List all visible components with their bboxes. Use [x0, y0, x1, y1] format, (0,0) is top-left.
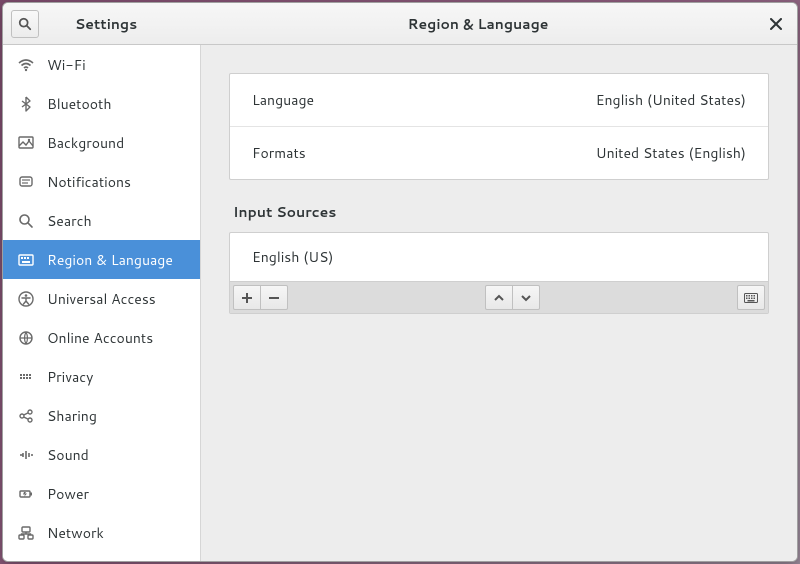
sharing-icon [17, 407, 35, 425]
sidebar-item-label: Region & Language [47, 250, 173, 270]
sidebar-item-label: Background [47, 133, 124, 153]
sidebar-item-bluetooth[interactable]: Bluetooth [3, 84, 200, 123]
language-value: English (United States) [596, 90, 746, 110]
sidebar-item-label: Privacy [47, 367, 93, 387]
search-icon [18, 17, 32, 31]
plus-icon [241, 292, 253, 304]
close-button[interactable] [764, 12, 788, 36]
input-sources-list: English (US) [230, 233, 768, 281]
close-icon [770, 18, 782, 30]
minus-icon [268, 292, 280, 304]
input-sources-title: Input Sources [233, 202, 769, 222]
formats-label: Formats [252, 143, 306, 163]
page-title: Region & Language [201, 14, 755, 34]
move-down-button[interactable] [512, 285, 540, 310]
online-icon [17, 329, 35, 347]
window-body: Wi-Fi Bluetooth Background Notifications Sea… [3, 45, 797, 561]
sidebar-item-online[interactable]: Online Accounts [3, 318, 200, 357]
region-panel: Language English (United States) Formats… [229, 73, 769, 180]
sidebar-item-label: Online Accounts [47, 328, 153, 348]
remove-source-button[interactable] [260, 285, 288, 310]
sidebar-item-label: Bluetooth [47, 94, 111, 114]
add-source-button[interactable] [233, 285, 261, 310]
sidebar-item-network[interactable]: Network [3, 513, 200, 552]
sidebar-item-label: Notifications [47, 172, 131, 192]
power-icon [17, 485, 35, 503]
input-sources-panel: English (US) [229, 232, 769, 314]
chevron-up-icon [493, 292, 505, 304]
titlebar: Settings Region & Language [3, 3, 797, 45]
keyboard-layout-button[interactable] [737, 285, 765, 310]
region-icon [17, 251, 35, 269]
privacy-icon [17, 368, 35, 386]
sidebar-item-sound[interactable]: Sound [3, 435, 200, 474]
chevron-down-icon [520, 292, 532, 304]
network-icon [17, 524, 35, 542]
move-up-button[interactable] [485, 285, 513, 310]
sidebar[interactable]: Wi-Fi Bluetooth Background Notifications Sea… [3, 45, 201, 561]
sidebar-item-region[interactable]: Region & Language [3, 240, 200, 279]
sidebar-item-label: Universal Access [47, 289, 156, 309]
sidebar-item-power[interactable]: Power [3, 474, 200, 513]
sidebar-item-label: Sound [47, 445, 89, 465]
search-button[interactable] [11, 10, 39, 38]
sidebar-title: Settings [39, 14, 201, 34]
sidebar-item-universal[interactable]: Universal Access [3, 279, 200, 318]
sidebar-item-background[interactable]: Background [3, 123, 200, 162]
sidebar-item-sharing[interactable]: Sharing [3, 396, 200, 435]
language-label: Language [252, 90, 314, 110]
sidebar-item-notifications[interactable]: Notifications [3, 162, 200, 201]
formats-row[interactable]: Formats United States (English) [230, 126, 768, 179]
titlebar-left: Settings [3, 10, 201, 38]
sidebar-item-label: Sharing [47, 406, 97, 426]
keyboard-icon [744, 293, 758, 303]
sound-icon [17, 446, 35, 464]
settings-window: Settings Region & Language Wi-Fi Bluetoot… [2, 2, 798, 562]
language-row[interactable]: Language English (United States) [230, 74, 768, 126]
background-icon [17, 134, 35, 152]
sidebar-item-search[interactable]: Search [3, 201, 200, 240]
formats-value: United States (English) [596, 143, 746, 163]
input-sources-toolbar [230, 281, 768, 313]
input-source-row[interactable]: English (US) [230, 233, 768, 281]
search-icon [17, 212, 35, 230]
sidebar-item-wifi[interactable]: Wi-Fi [3, 45, 200, 84]
universal-icon [17, 290, 35, 308]
sidebar-item-label: Power [47, 484, 89, 504]
titlebar-right [755, 12, 797, 36]
sidebar-item-label: Network [47, 523, 104, 543]
bluetooth-icon [17, 95, 35, 113]
sidebar-item-label: Wi-Fi [47, 55, 86, 75]
content-area: Language English (United States) Formats… [201, 45, 797, 561]
sidebar-item-label: Search [47, 211, 92, 231]
sidebar-item-privacy[interactable]: Privacy [3, 357, 200, 396]
wifi-icon [17, 56, 35, 74]
notifications-icon [17, 173, 35, 191]
